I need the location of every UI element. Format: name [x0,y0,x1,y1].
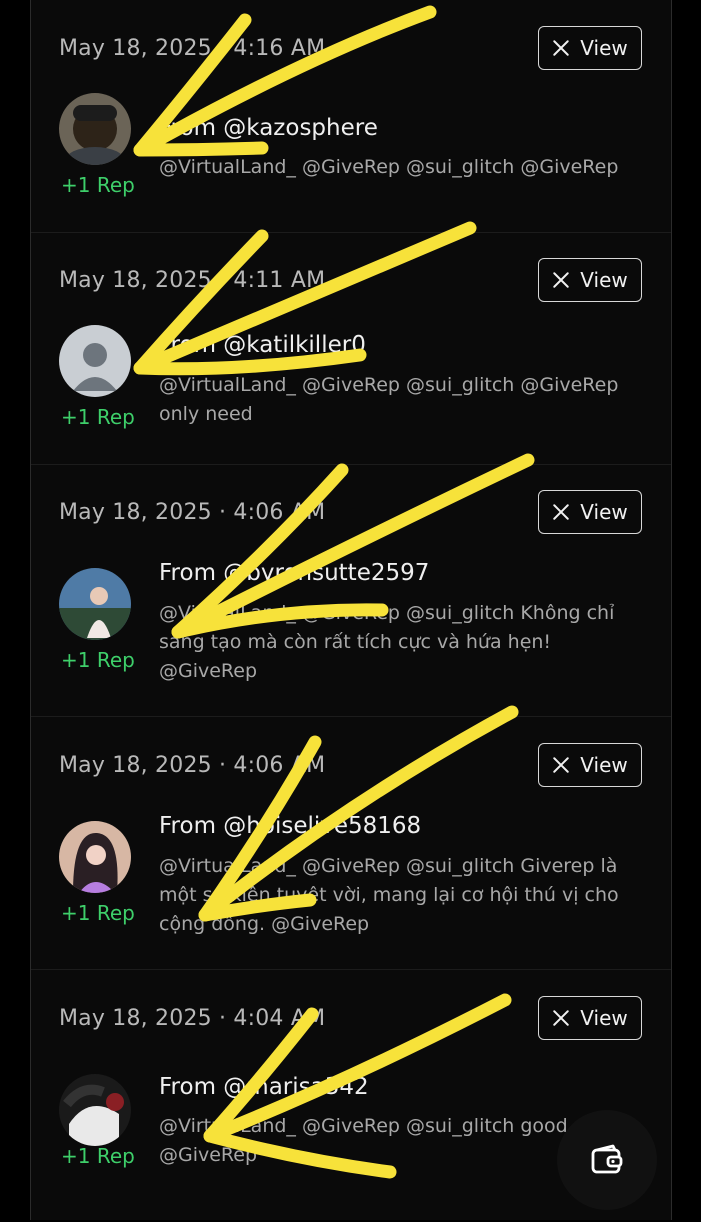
view-on-x-button[interactable]: View [538,996,642,1040]
view-on-x-button[interactable]: View [538,26,642,70]
timestamp: May 18, 2025 · 4:11 AM [59,268,326,293]
tweet-text: @VirtualLand_ @GiveRep @sui_glitch Không… [159,602,615,682]
wallet-button[interactable] [557,1110,657,1210]
view-button-label: View [580,500,628,524]
view-on-x-button[interactable]: View [538,258,642,302]
tweet-text: @VirtualLand_ @GiveRep @sui_glitch @Give… [159,374,619,425]
from-handle: From @marisa342 [159,1074,369,1100]
view-button-label: View [580,36,628,60]
tweet-text: @VirtualLand_ @GiveRep @sui_glitch @Give… [159,156,619,178]
view-button-label: View [580,268,628,292]
feed-item: May 18, 2025 · 4:06 AM View +1 Rep From … [31,464,671,717]
rep-badge: +1 Rep [61,901,135,925]
x-logo-icon [553,272,569,288]
from-handle: From @katilkiller0 [159,332,366,358]
from-handle: From @kazosphere [159,115,378,141]
timestamp: May 18, 2025 · 4:04 AM [59,1006,326,1031]
view-on-x-button[interactable]: View [538,743,642,787]
x-logo-icon [553,1010,569,1026]
avatar[interactable] [59,1074,131,1146]
view-button-label: View [580,1006,628,1030]
feed-item: May 18, 2025 · 4:16 AM View +1 Rep From … [31,0,671,233]
view-on-x-button[interactable]: View [538,490,642,534]
timestamp: May 18, 2025 · 4:06 AM [59,500,326,525]
from-handle: From @hoiselive58168 [159,813,422,839]
avatar[interactable] [59,93,131,165]
x-logo-icon [553,40,569,56]
timestamp: May 18, 2025 · 4:16 AM [59,36,326,61]
tweet-text: @VirtualLand_ @GiveRep @sui_glitch Giver… [159,855,619,935]
feed-item: May 18, 2025 · 4:11 AM View +1 Rep From … [31,232,671,465]
default-user-avatar[interactable] [59,325,131,397]
rep-badge: +1 Rep [61,173,135,197]
rep-badge: +1 Rep [61,405,135,429]
feed-item: May 18, 2025 · 4:06 AM View +1 Rep From … [31,717,671,970]
avatar[interactable] [59,821,131,893]
x-logo-icon [553,504,569,520]
activity-feed: May 18, 2025 · 4:16 AM View +1 Rep From … [30,0,672,1220]
from-handle: From @byronsutte2597 [159,560,430,586]
x-logo-icon [553,757,569,773]
wallet-icon [591,1144,623,1174]
rep-badge: +1 Rep [61,648,135,672]
view-button-label: View [580,753,628,777]
rep-badge: +1 Rep [61,1144,135,1168]
timestamp: May 18, 2025 · 4:06 AM [59,753,326,778]
avatar[interactable] [59,568,131,640]
